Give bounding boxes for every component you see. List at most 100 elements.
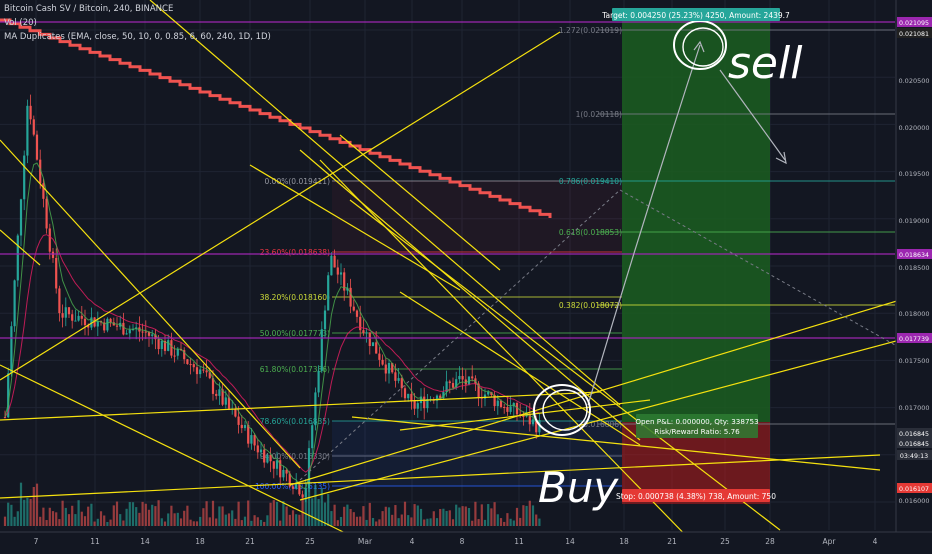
volume-bar <box>195 521 199 526</box>
volume-bar <box>183 510 186 526</box>
time-tick-6: Mar <box>358 537 373 546</box>
candle-body <box>506 407 509 412</box>
volume-bar <box>362 506 365 526</box>
volume-bar <box>106 521 109 526</box>
candle-body <box>291 486 295 489</box>
volume-bar <box>455 504 458 526</box>
volume-bar <box>368 502 371 526</box>
volume-bar <box>227 513 231 526</box>
candle-body <box>275 460 279 469</box>
candle-body <box>333 255 336 268</box>
volume-bar <box>314 484 317 526</box>
candle-body <box>250 435 253 444</box>
volume-bar <box>384 506 387 526</box>
volume-bar <box>387 507 391 526</box>
volume-bar <box>253 515 256 526</box>
volume-bar <box>199 516 202 526</box>
fib-left-label-3: 50.00%(0.017773) <box>260 329 330 338</box>
volume-bar <box>160 518 163 526</box>
candle-body <box>151 334 154 336</box>
candle-body <box>32 119 35 135</box>
chart-canvas[interactable]: 0.00%(0.019411)23.60%(0.018638)38.20%(0.… <box>0 0 932 551</box>
candle-body <box>176 348 179 356</box>
ma-legend[interactable]: MA Duplicates (EMA, close, 50, 10, 0, 0.… <box>4 32 271 42</box>
volume-bar <box>429 518 432 526</box>
volume-bar <box>61 500 64 526</box>
volume-bar <box>493 502 496 526</box>
fib-right-label-1: 1(0.020118) <box>576 110 622 119</box>
candle-body <box>451 383 455 388</box>
volume-bar <box>192 521 195 526</box>
candle-body <box>74 320 77 322</box>
candle-body <box>253 435 256 446</box>
time-tick-8: 8 <box>460 537 465 546</box>
candle-body <box>122 322 125 335</box>
volume-bar <box>131 502 135 526</box>
volume-bar <box>279 520 282 526</box>
candle-body <box>205 370 208 373</box>
candle-body <box>368 332 371 347</box>
volume-bar <box>423 519 426 526</box>
fib-left-label-2: 38.20%(0.018160) <box>260 293 330 302</box>
volume-bar <box>167 513 170 526</box>
candle-body <box>125 333 128 335</box>
candle-body <box>157 339 160 350</box>
volume-bar <box>298 514 301 526</box>
time-tick-7: 4 <box>410 537 415 546</box>
volume-bar <box>407 515 410 526</box>
volume-bar <box>426 518 429 526</box>
volume-bar <box>55 512 58 526</box>
volume-bar <box>480 504 483 526</box>
candle-body <box>359 316 362 331</box>
candle-body <box>384 364 387 374</box>
candle-body <box>64 307 67 318</box>
volume-bar <box>224 514 227 526</box>
price-tick-2: 0.019500 <box>898 170 929 178</box>
volume-bar <box>64 507 67 526</box>
time-tick-3: 18 <box>195 537 205 546</box>
volume-bar <box>16 511 19 526</box>
candle-body <box>160 340 163 350</box>
volume-bar <box>74 514 77 526</box>
candle-body <box>410 393 413 402</box>
volume-bar <box>509 518 512 526</box>
volume-bar <box>240 520 243 526</box>
candle-body <box>144 331 147 333</box>
candle-body <box>327 275 330 311</box>
volume-bar <box>176 512 179 526</box>
candle-body <box>413 401 416 409</box>
symbol-legend[interactable]: Bitcoin Cash SV / Bitcoin, 240, BINANCE <box>4 4 173 14</box>
time-tick-9: 11 <box>514 537 524 546</box>
candle-body <box>531 419 535 425</box>
volume-bar <box>87 506 90 526</box>
chart-stage[interactable]: 0.00%(0.019411) 23.60%(0.018638) 38.20%(0.… <box>0 0 932 551</box>
candle-body <box>195 367 199 375</box>
candle-body <box>83 318 87 326</box>
volume-bar <box>3 516 7 526</box>
volume-bar <box>19 482 23 526</box>
volume-bar <box>477 519 480 526</box>
volume-bar <box>83 516 87 526</box>
candle-body <box>77 315 80 321</box>
volume-bar <box>263 521 266 526</box>
candle-body <box>237 416 240 425</box>
volume-bar <box>218 506 221 526</box>
volume-bar <box>128 502 131 526</box>
candle-body <box>311 425 314 449</box>
volume-bar <box>23 499 26 526</box>
candle-body <box>352 306 355 311</box>
price-marker-0: 0.021095 <box>899 20 929 27</box>
volume-bar <box>282 501 285 526</box>
volume-bar <box>410 517 413 526</box>
volume-bar <box>483 519 487 526</box>
volume-bar <box>119 514 122 526</box>
candle-body <box>256 445 259 453</box>
volume-bar <box>458 507 461 526</box>
price-tick-0: 0.020500 <box>898 77 929 85</box>
volume-bar <box>285 506 288 526</box>
volume-bar <box>343 506 346 526</box>
volume-bar <box>365 519 368 526</box>
volume-legend[interactable]: Vol (20) <box>4 18 37 28</box>
candle-body <box>71 314 74 321</box>
volume-bar <box>103 515 106 526</box>
